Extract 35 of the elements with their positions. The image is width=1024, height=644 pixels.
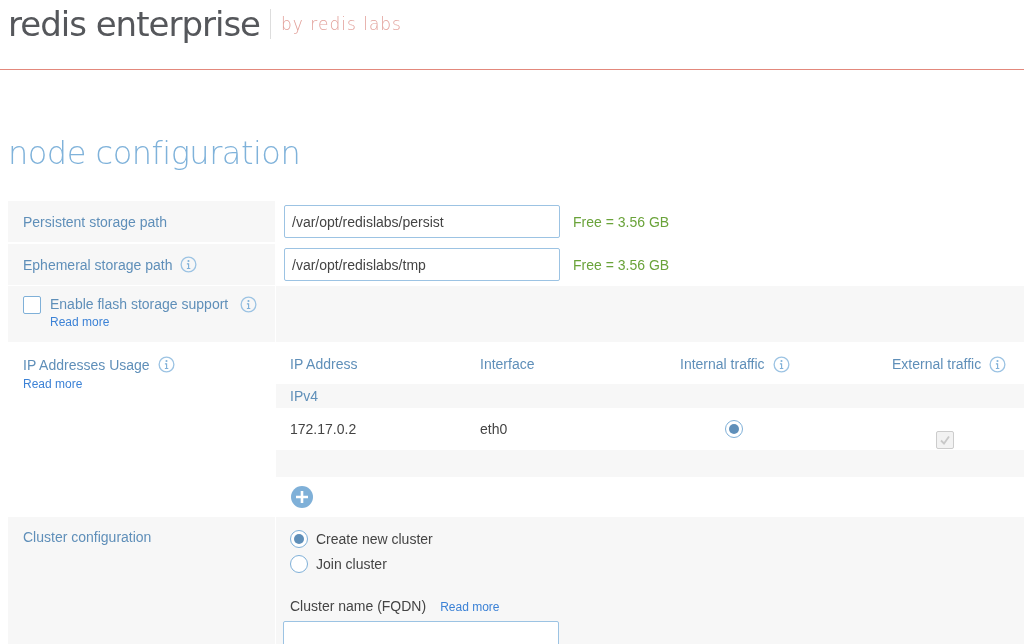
field-label: IP Addresses Usage [23, 356, 150, 373]
free-space-text: Free = 3.56 GB [573, 213, 670, 230]
column-header: Interface [480, 356, 535, 372]
column-header: Internal traffic [680, 356, 765, 372]
logo-tagline: by redis labs [281, 13, 402, 34]
info-icon[interactable] [180, 256, 198, 273]
add-icon[interactable] [291, 486, 313, 508]
column-header: IP Address [290, 356, 358, 372]
field-label: Persistent storage path [23, 213, 167, 230]
read-more-link[interactable]: Read more [50, 315, 233, 330]
internal-traffic-radio[interactable] [725, 420, 743, 438]
path-input[interactable]: /var/opt/redislabs/tmp [284, 248, 560, 281]
table-cell-text: eth0 [480, 421, 509, 437]
info-icon[interactable] [157, 356, 175, 373]
cluster-option-radio[interactable] [290, 554, 308, 573]
info-icon[interactable] [240, 296, 257, 313]
option-label: Join cluster [316, 555, 387, 572]
field-label: Ephemeral storage path [23, 256, 173, 273]
cluster-option-radio[interactable] [290, 529, 308, 548]
field-label: Cluster name (FQDN) [290, 598, 427, 614]
path-input[interactable]: /var/opt/redislabs/persist [284, 205, 560, 238]
field-label: Enable flash storage support [50, 296, 230, 314]
free-space-text: Free = 3.56 GB [573, 256, 670, 273]
column-header: External traffic [892, 356, 982, 372]
table-cell-text: 172.17.0.2 [290, 421, 358, 437]
read-more-link[interactable]: Read more [440, 600, 500, 614]
logo-text: redis enterprise [8, 3, 261, 44]
field-label: Cluster configuration [23, 529, 152, 545]
info-icon[interactable] [989, 355, 1007, 373]
flash-checkbox[interactable] [23, 296, 41, 314]
option-label: Create new cluster [316, 530, 433, 547]
read-more-link[interactable]: Read more [23, 377, 83, 391]
group-label: IPv4 [290, 388, 319, 404]
page-title: node configuration [8, 134, 302, 174]
info-icon[interactable] [772, 355, 790, 373]
